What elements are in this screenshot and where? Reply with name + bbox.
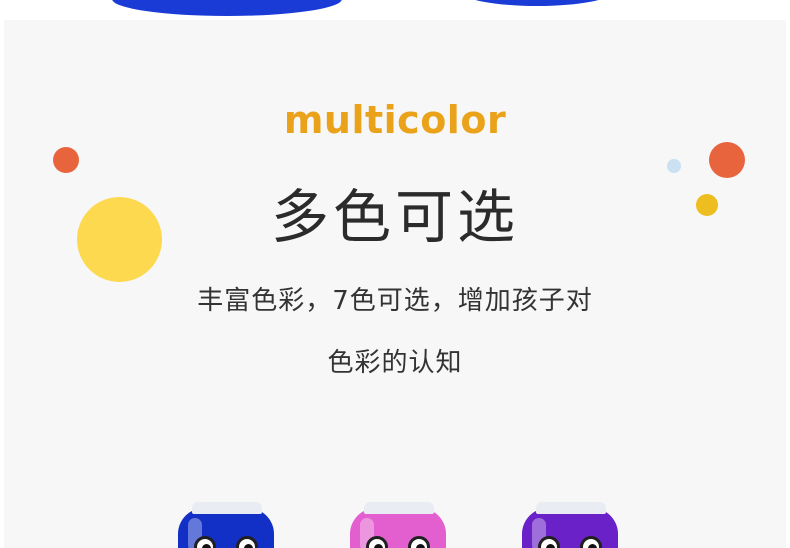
page-title: 多色可选 bbox=[270, 183, 519, 251]
eye-right bbox=[236, 536, 258, 548]
stilt-body bbox=[522, 508, 618, 548]
stilt-body bbox=[178, 508, 274, 548]
eye-right bbox=[408, 536, 430, 548]
eye-left bbox=[366, 536, 388, 548]
product-pink-stilt bbox=[346, 502, 450, 548]
stilt-top-pad bbox=[536, 502, 606, 514]
top-product-strip bbox=[0, 0, 790, 20]
stilt-body bbox=[350, 508, 446, 548]
stilt-top-pad bbox=[192, 502, 262, 514]
product-purple-stilt bbox=[518, 502, 622, 548]
blue-stilt-base-right bbox=[462, 0, 612, 6]
blue-stilt-base-left bbox=[112, 0, 342, 16]
stilt-top-pad bbox=[364, 502, 434, 514]
product-blue-stilt bbox=[174, 502, 278, 548]
eyebrow-title: multicolor bbox=[283, 98, 507, 142]
description-line-1: 丰富色彩，7色可选，增加孩子对 bbox=[197, 286, 593, 316]
description-line-2: 色彩的认知 bbox=[327, 348, 463, 378]
eye-right bbox=[580, 536, 602, 548]
eye-left bbox=[194, 536, 216, 548]
eye-left bbox=[538, 536, 560, 548]
feature-panel: multicolor 多色可选 丰富色彩，7色可选，增加孩子对 色彩的认知 bbox=[4, 20, 786, 548]
